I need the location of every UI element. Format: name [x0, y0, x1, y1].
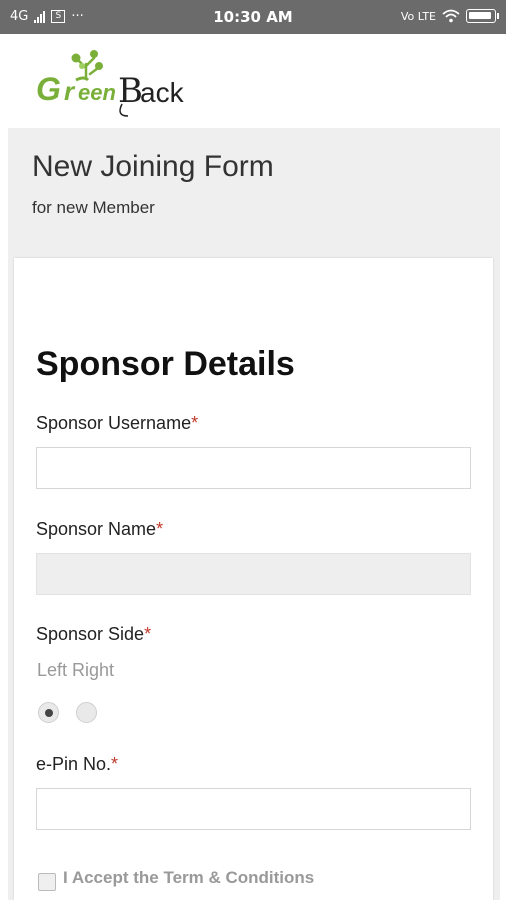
terms-label[interactable]: I Accept the Term & Conditions: [63, 868, 314, 888]
sponsor-side-label-text: Sponsor Side: [36, 624, 145, 644]
sponsor-username-label-text: Sponsor Username: [36, 413, 192, 433]
page-subtitle: for new Member: [32, 198, 155, 217]
section-title: Sponsor Details: [36, 345, 295, 383]
volte-icon: Vo LTE: [400, 9, 436, 23]
status-bar: 4G S ··· 10:30 AM Vo LTE: [0, 0, 506, 34]
required-mark: *: [144, 624, 152, 644]
sponsor-side-right-radio[interactable]: [76, 702, 97, 723]
sponsor-name-input: [37, 554, 470, 594]
status-right: Vo LTE: [400, 9, 499, 23]
svg-text:een: een: [78, 80, 116, 105]
sponsor-side-left-radio[interactable]: [38, 702, 59, 723]
sponsor-name-label-text: Sponsor Name: [36, 519, 157, 539]
logo-bar: G r een B ack: [0, 34, 506, 128]
sponsor-name-label: Sponsor Name*: [36, 519, 163, 540]
page-title: New Joining Form: [32, 150, 274, 183]
required-mark: *: [156, 519, 164, 539]
svg-text:G: G: [36, 71, 61, 107]
svg-text:ack: ack: [140, 77, 185, 108]
sponsor-side-options-label: Left Right: [37, 660, 115, 680]
required-mark: *: [191, 413, 199, 433]
epin-input[interactable]: [37, 789, 470, 829]
sponsor-username-input[interactable]: [37, 448, 470, 488]
sponsor-side-label: Sponsor Side*: [36, 624, 151, 645]
sponsor-name-field: [36, 553, 471, 595]
battery-icon: [466, 9, 499, 23]
epin-label: e-Pin No.*: [36, 754, 118, 775]
required-mark: *: [111, 754, 119, 774]
sponsor-username-field[interactable]: [36, 447, 471, 489]
greenback-logo: G r een B ack: [36, 50, 185, 117]
epin-field[interactable]: [36, 788, 471, 830]
terms-checkbox[interactable]: [38, 873, 56, 891]
wifi-icon: [442, 9, 460, 23]
sponsor-username-label: Sponsor Username*: [36, 413, 198, 434]
epin-label-text: e-Pin No.: [36, 754, 112, 774]
svg-text:r: r: [64, 76, 76, 106]
